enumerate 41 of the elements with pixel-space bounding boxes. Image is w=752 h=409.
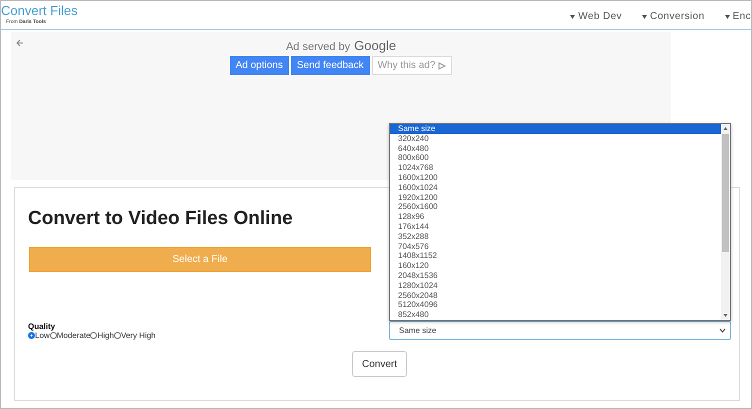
nav-menu[interactable]: Web Dev [570, 11, 622, 22]
dropdown-option[interactable]: 800x600 [390, 153, 721, 164]
dropdown-option[interactable]: 320x240 [390, 134, 721, 144]
quality-label: Quality [28, 322, 56, 331]
dropdown-option[interactable]: Same size [390, 124, 721, 134]
dropdown-option[interactable]: 704x576 [390, 242, 721, 252]
dropdown-option[interactable]: 852x480 [390, 310, 721, 320]
dropdown-option[interactable]: 160x120 [390, 261, 721, 271]
dropdown-option[interactable]: 1408x1152 [390, 251, 721, 262]
dropdown-option[interactable]: 5120x4096 [390, 300, 721, 310]
dropdown-option[interactable]: 1600x1024 [390, 182, 721, 193]
convert-button[interactable]: Convert [352, 351, 407, 377]
dropdown-option[interactable]: 2560x1600 [390, 202, 721, 212]
nav-menu[interactable]: Enc [724, 11, 751, 22]
dropdown-option[interactable]: 176x144 [390, 222, 721, 232]
size-select[interactable]: Same size [389, 321, 731, 340]
ad-button[interactable]: Send feedback [290, 56, 370, 75]
caret-icon [642, 14, 647, 18]
dropdown-option[interactable]: 352x288 [390, 232, 721, 242]
page-heading: Convert to Video Files Online [28, 208, 294, 230]
dropdown-option[interactable]: 2048x1536 [390, 270, 721, 281]
chevron-down-icon [719, 328, 726, 333]
dropdown-option[interactable]: 1920x1200 [390, 192, 721, 202]
dropdown-option[interactable]: 1024x768 [390, 163, 721, 173]
dropdown-option[interactable]: 128x96 [390, 212, 721, 222]
dropdown-option[interactable]: 1600x1200 [390, 172, 721, 183]
back-arrow-icon[interactable] [16, 39, 24, 47]
quality-radio[interactable]: Low [28, 331, 50, 340]
quality-radio[interactable]: Moderate [50, 331, 90, 340]
scrollbar[interactable] [721, 124, 730, 320]
ad-served-text: Ad served by Google [286, 38, 396, 53]
caret-icon [570, 14, 576, 18]
nav-menu[interactable]: Conversion [642, 11, 705, 22]
quality-radio[interactable]: High [90, 331, 114, 340]
dropdown-option[interactable]: 2560x2048 [390, 290, 721, 300]
ad-button[interactable]: Ad options [230, 56, 289, 75]
play-icon [438, 62, 446, 70]
dropdown-option[interactable]: 1280x1024 [390, 280, 721, 291]
caret-icon [724, 14, 730, 18]
dropdown-option[interactable]: 640x480 [390, 144, 721, 154]
quality-radio[interactable]: Very High [114, 331, 156, 340]
